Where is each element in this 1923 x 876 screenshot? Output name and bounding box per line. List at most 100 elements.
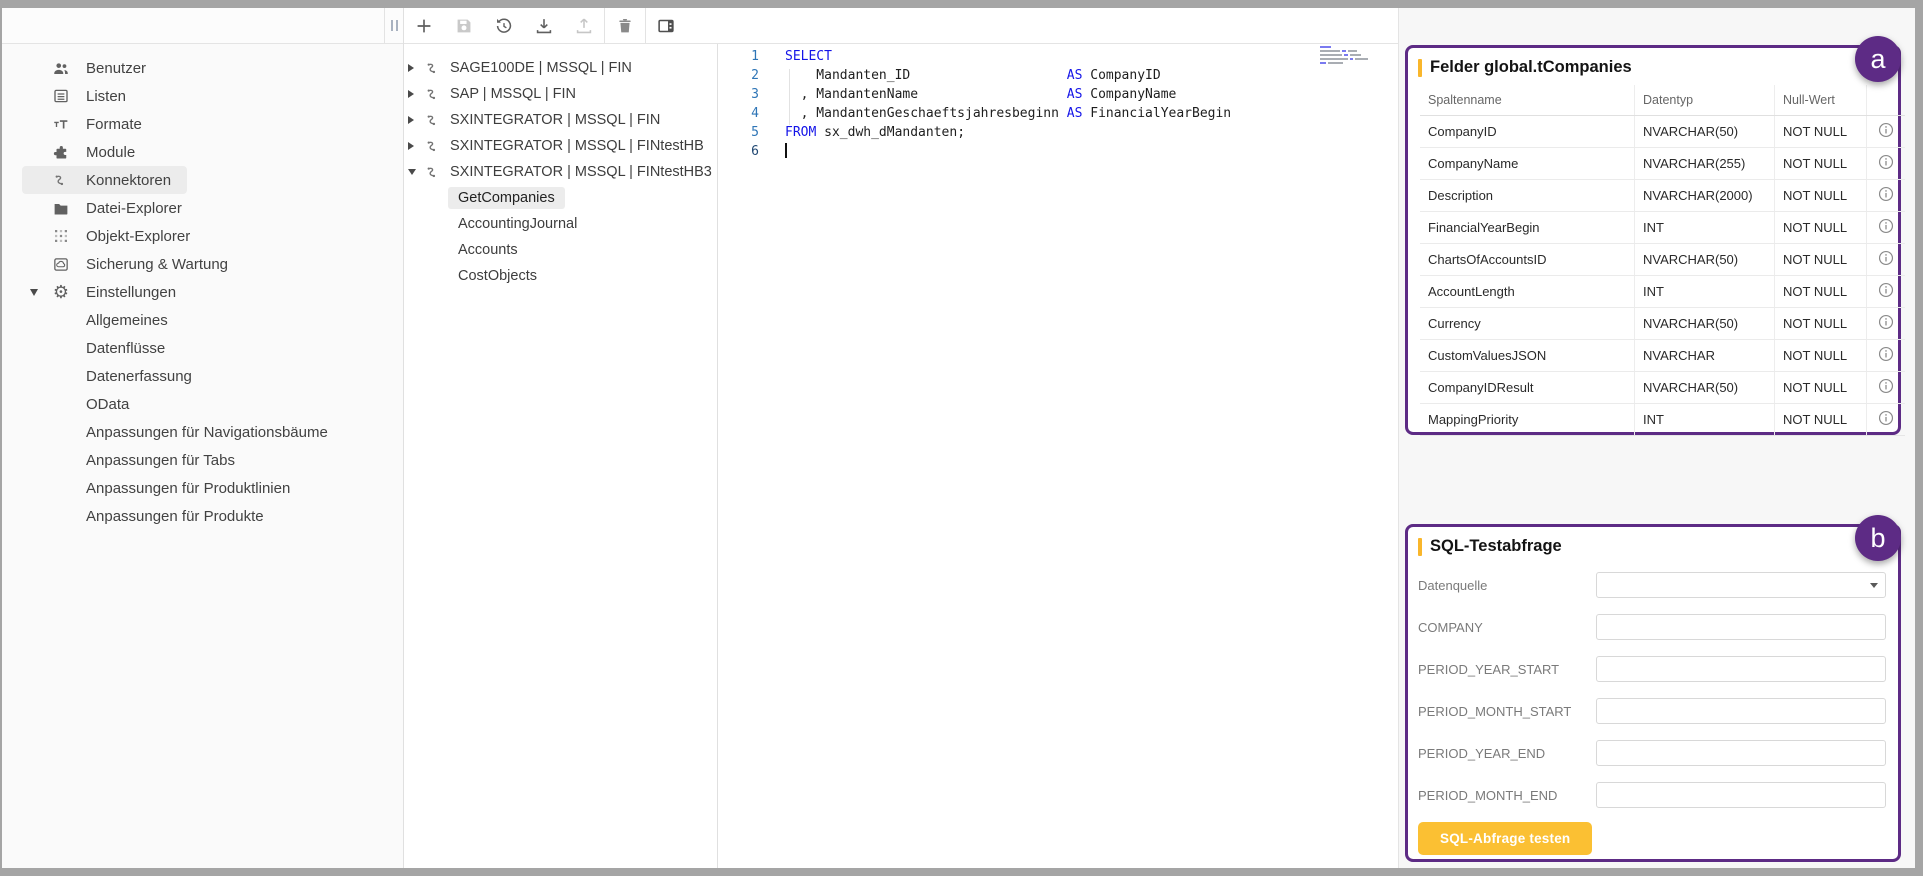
sidebar-subitem-label: Anpassungen für Produkte	[86, 508, 264, 525]
code-text	[785, 142, 787, 161]
tree-leaf[interactable]: AccountingJournal	[404, 211, 717, 237]
upload-button[interactable]	[564, 9, 604, 43]
form-row: PERIOD_YEAR_START	[1418, 648, 1886, 690]
field-null: NOT NULL	[1775, 308, 1867, 340]
sidebar-item-objekt-explorer[interactable]: Objekt-Explorer	[22, 222, 206, 250]
sidebar-subitem-label: Anpassungen für Navigationsbäume	[86, 424, 328, 441]
caret-right-icon[interactable]	[408, 142, 424, 150]
code-line[interactable]: 5 FROM sx_dwh_dMandanten;	[719, 123, 1399, 142]
field-type: INT	[1635, 212, 1775, 244]
sidebar-item-formate[interactable]: Formate	[22, 110, 158, 138]
sidebar-item-sicherung-wartung[interactable]: Sicherung & Wartung	[22, 250, 244, 278]
info-icon[interactable]	[1867, 404, 1906, 436]
field-null: NOT NULL	[1775, 116, 1867, 148]
tree-leaf[interactable]: Accounts	[404, 237, 717, 263]
field-name: CustomValuesJSON	[1420, 340, 1635, 372]
sidebar-subitem[interactable]: Anpassungen für Navigationsbäume	[2, 418, 344, 446]
save-button[interactable]	[444, 9, 484, 43]
editor-minimap[interactable]	[1320, 46, 1368, 64]
sidebar-subitem[interactable]: Anpassungen für Produktlinien	[2, 474, 306, 502]
sql-editor[interactable]: 1 SELECT 2 Mandanten_ID AS CompanyID 3 ,…	[719, 44, 1399, 868]
sidebar-item-label: Objekt-Explorer	[86, 228, 190, 245]
tree-node[interactable]: SXINTEGRATOR | MSSQL | FIN	[404, 107, 717, 133]
caret-right-icon[interactable]	[408, 116, 424, 124]
tree-node[interactable]: SXINTEGRATOR | MSSQL | FINtestHB3	[404, 159, 717, 185]
tree-node-label: SXINTEGRATOR | MSSQL | FINtestHB	[450, 138, 704, 154]
sidebar-item-listen[interactable]: Listen	[22, 82, 142, 110]
tree-leaf[interactable]: GetCompanies	[404, 185, 717, 211]
sidebar-subitem[interactable]: OData	[2, 390, 145, 418]
datenquelle-select[interactable]	[1596, 572, 1886, 598]
test-query-button[interactable]: SQL-Abfrage testen	[1418, 822, 1592, 855]
field-type: NVARCHAR(50)	[1635, 308, 1775, 340]
sidebar-item-benutzer[interactable]: Benutzer	[22, 54, 162, 82]
form-label: Datenquelle	[1418, 578, 1487, 593]
code-line[interactable]: 4 , MandantenGeschaeftsjahresbeginn AS F…	[719, 104, 1399, 123]
chevron-down-icon	[1870, 583, 1878, 588]
text-cursor	[785, 143, 787, 158]
tree-leaf-label: CostObjects	[448, 265, 547, 287]
sidebar-subitem[interactable]: Allgemeines	[2, 306, 184, 334]
sidebar-item-datei-explorer[interactable]: Datei-Explorer	[22, 194, 198, 222]
caret-right-icon[interactable]	[408, 90, 424, 98]
field-null: NOT NULL	[1775, 404, 1867, 436]
info-icon[interactable]	[1867, 372, 1906, 404]
sidebar-item-konnektoren[interactable]: Konnektoren	[22, 166, 187, 194]
code-text: , MandantenName AS CompanyName	[785, 85, 1176, 104]
connector-icon	[424, 85, 442, 103]
info-icon[interactable]	[1867, 212, 1906, 244]
info-icon[interactable]	[1867, 148, 1906, 180]
field-name: MappingPriority	[1420, 404, 1635, 436]
tree-node[interactable]: SXINTEGRATOR | MSSQL | FINtestHB	[404, 133, 717, 159]
period_year_start-input[interactable]	[1596, 656, 1886, 682]
field-row: Description NVARCHAR(2000) NOT NULL	[1420, 180, 1905, 212]
info-icon[interactable]	[1867, 276, 1906, 308]
period_year_end-input[interactable]	[1596, 740, 1886, 766]
field-row: AccountLength INT NOT NULL	[1420, 276, 1905, 308]
company-input[interactable]	[1596, 614, 1886, 640]
test-panel-title: SQL-Testabfrage	[1430, 537, 1562, 556]
add-button[interactable]	[404, 9, 444, 43]
code-line[interactable]: 6	[719, 142, 1399, 161]
sidebar-subitem[interactable]: Datenflüsse	[2, 334, 181, 362]
info-icon[interactable]	[1867, 244, 1906, 276]
period_month_start-input[interactable]	[1596, 698, 1886, 724]
code-line[interactable]: 2 Mandanten_ID AS CompanyID	[719, 66, 1399, 85]
caret-down-icon[interactable]	[408, 169, 424, 175]
code-line[interactable]: 1 SELECT	[719, 47, 1399, 66]
column-header-info	[1867, 85, 1906, 116]
sidebar-subitem-label: Allgemeines	[86, 312, 168, 329]
field-null: NOT NULL	[1775, 212, 1867, 244]
field-row: CompanyID NVARCHAR(50) NOT NULL	[1420, 116, 1905, 148]
drag-handle-icon[interactable]	[384, 8, 403, 43]
tree-node[interactable]: SAGE100DE | MSSQL | FIN	[404, 55, 717, 81]
line-number: 6	[719, 142, 759, 161]
tree-leaf[interactable]: CostObjects	[404, 263, 717, 289]
period_month_end-input[interactable]	[1596, 782, 1886, 808]
field-row: FinancialYearBegin INT NOT NULL	[1420, 212, 1905, 244]
sidebar-item-einstellungen[interactable]: ⚙ Einstellungen	[22, 278, 192, 306]
sidebar-subitem[interactable]: Datenerfassung	[2, 362, 208, 390]
sidebar-subitem[interactable]: Anpassungen für Tabs	[2, 446, 251, 474]
code-line[interactable]: 3 , MandantenName AS CompanyName	[719, 85, 1399, 104]
info-icon[interactable]	[1867, 308, 1906, 340]
delete-button[interactable]	[605, 9, 645, 43]
info-icon[interactable]	[1867, 180, 1906, 212]
connector-tree: SAGE100DE | MSSQL | FIN SAP | MSSQL | FI…	[404, 44, 718, 868]
line-number: 5	[719, 123, 759, 142]
tree-node[interactable]: SAP | MSSQL | FIN	[404, 81, 717, 107]
sidebar-subitem[interactable]: Anpassungen für Produkte	[2, 502, 280, 530]
caret-right-icon[interactable]	[408, 64, 424, 72]
history-button[interactable]	[484, 9, 524, 43]
panel-layout-button[interactable]	[646, 9, 686, 43]
tree-leaf-label: AccountingJournal	[448, 213, 587, 235]
sidebar-item-module[interactable]: Module	[22, 138, 151, 166]
sidebar-subitem-label: Datenflüsse	[86, 340, 165, 357]
caret-down-icon[interactable]	[22, 289, 52, 296]
info-icon[interactable]	[1867, 116, 1906, 148]
download-button[interactable]	[524, 9, 564, 43]
sidebar-subitem-label: Anpassungen für Tabs	[86, 452, 235, 469]
info-icon[interactable]	[1867, 340, 1906, 372]
connector-icon	[52, 171, 70, 189]
fields-panel: a Felder global.tCompanies Spaltenname D…	[1405, 45, 1901, 435]
